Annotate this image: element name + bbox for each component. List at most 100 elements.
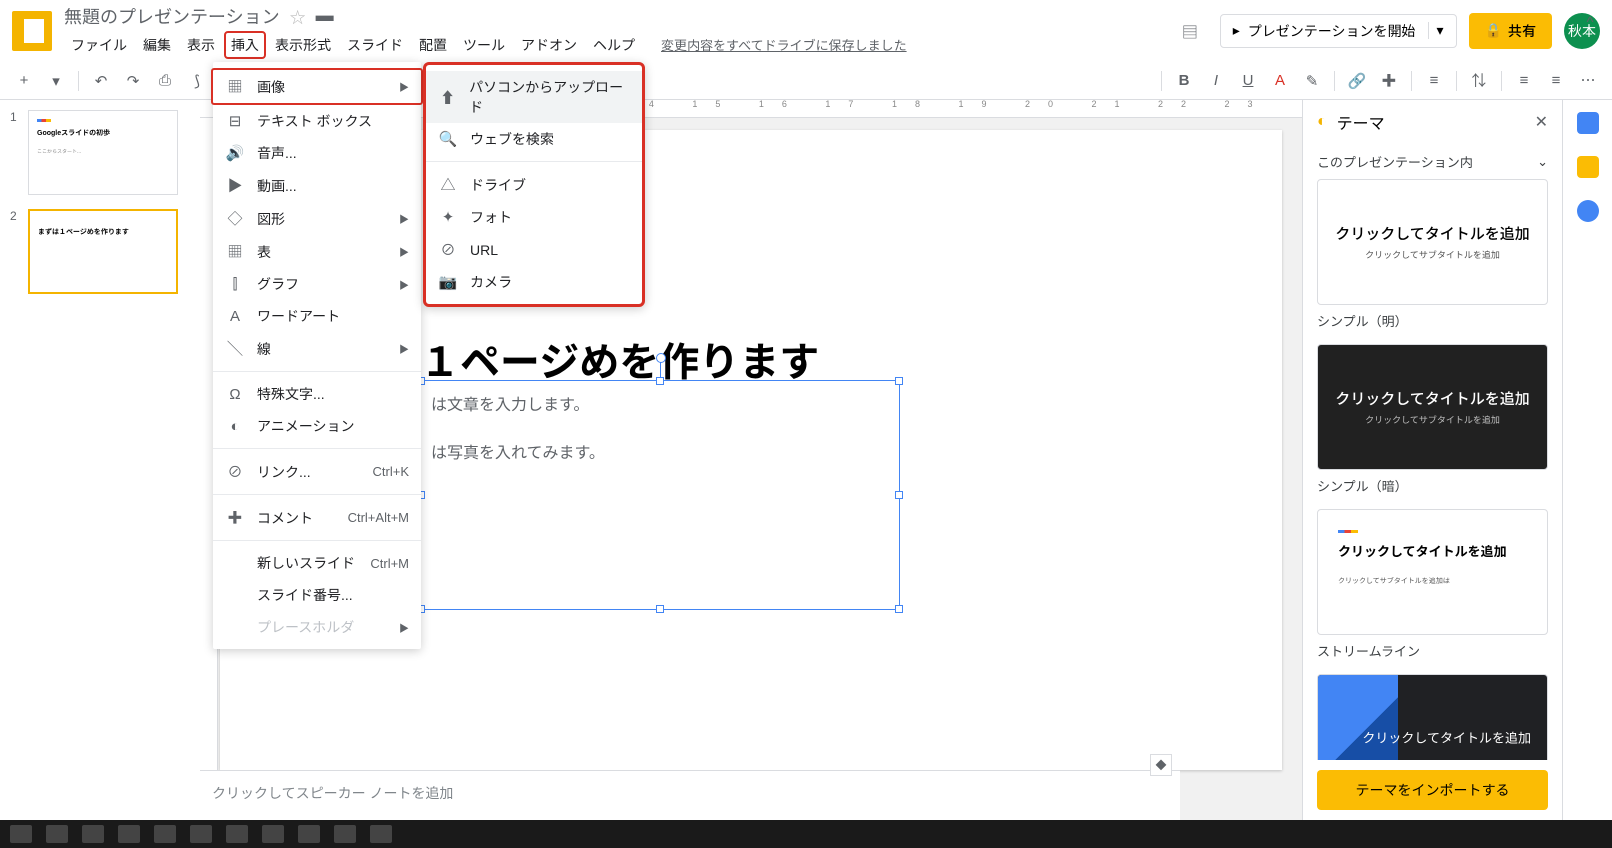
menu-item-label: 特殊文字... <box>257 384 325 404</box>
underline-button[interactable]: U <box>1234 67 1262 95</box>
menu-insert[interactable]: 挿入 <box>224 31 266 59</box>
chevron-down-icon[interactable]: ⌄ <box>1537 154 1548 170</box>
theme-item[interactable]: クリックしてタイトルを追加 <box>1317 674 1548 760</box>
menu-item-ワードアート[interactable]: Aワードアート <box>213 300 421 332</box>
theme-item[interactable]: クリックしてタイトルを追加クリックしてサブタイトルを追加シンプル（明） <box>1317 179 1548 336</box>
submenu-item-フォト[interactable]: ✦フォト <box>426 201 642 233</box>
menu-format[interactable]: 表示形式 <box>268 31 338 59</box>
collapse-toolbar-button[interactable]: ^ <box>1576 8 1604 36</box>
shortcut: Ctrl+M <box>370 556 409 571</box>
side-panel <box>1562 100 1612 820</box>
redo-button[interactable]: ↷ <box>119 67 147 95</box>
menu-help[interactable]: ヘルプ <box>586 31 642 59</box>
folder-icon[interactable]: ▬ <box>316 5 334 26</box>
menu-view[interactable]: 表示 <box>180 31 222 59</box>
theme-item[interactable]: クリックしてタイトルを追加クリックしてサブタイトルを追加シンプル（暗） <box>1317 344 1548 501</box>
submenu-item-ウェブを検索[interactable]: 🔍ウェブを検索 <box>426 123 642 155</box>
menu-item-label: プレースホルダ <box>257 617 354 637</box>
menu-file[interactable]: ファイル <box>64 31 134 59</box>
slide-thumbnail-2[interactable]: まずは１ページめを作ります <box>28 209 178 294</box>
tasks-icon[interactable] <box>1577 200 1599 222</box>
bold-button[interactable]: B <box>1170 67 1198 95</box>
menu-item-label: テキスト ボックス <box>257 111 372 131</box>
numbered-list-button[interactable]: ≡ <box>1510 67 1538 95</box>
doc-title[interactable]: 無題のプレゼンテーション <box>64 3 280 29</box>
align-button[interactable]: ≡ <box>1420 67 1448 95</box>
menu-item-動画...[interactable]: ▶動画... <box>213 169 421 202</box>
menu-item-図形[interactable]: ◇図形▶ <box>213 202 421 235</box>
slide-number: 1 <box>10 110 20 195</box>
chevron-down-icon[interactable]: ▾ <box>1428 22 1444 39</box>
body-text-2[interactable]: は写真を入れてみます。 <box>431 439 889 463</box>
menu-addons[interactable]: アドオン <box>514 31 584 59</box>
menu-item-label: 表 <box>257 242 271 262</box>
menu-item-音声...[interactable]: 🔊音声... <box>213 137 421 169</box>
calendar-icon[interactable] <box>1577 112 1599 134</box>
menu-item-icon: ▦ <box>225 76 245 97</box>
menu-item-線[interactable]: ╲線▶ <box>213 332 421 365</box>
menu-item-プレースホルダ[interactable]: プレースホルダ▶ <box>213 611 421 643</box>
shortcut: Ctrl+K <box>373 464 409 479</box>
submenu-item-URL[interactable]: ⊘URL <box>426 233 642 266</box>
resize-handle[interactable] <box>656 377 664 385</box>
menu-tools[interactable]: ツール <box>456 31 512 59</box>
menu-slide[interactable]: スライド <box>340 31 410 59</box>
menu-item-グラフ[interactable]: ⫿グラフ▶ <box>213 268 421 300</box>
text-color-button[interactable]: A <box>1266 67 1294 95</box>
save-status[interactable]: 変更内容をすべてドライブに保存しました <box>654 31 914 59</box>
slide-thumbnail-1[interactable]: Googleスライドの初歩 ここからスタート... <box>28 110 178 195</box>
submenu-item-label: カメラ <box>470 272 512 292</box>
menu-item-アニメーション[interactable]: ◐アニメーション <box>213 410 421 442</box>
bulleted-list-button[interactable]: ≡ <box>1542 67 1570 95</box>
chevron-right-icon: ▶ <box>399 341 409 356</box>
theme-item[interactable]: クリックしてタイトルを追加クリックしてサブタイトルを追加はストリームライン <box>1317 509 1548 666</box>
print-button[interactable]: ⎙ <box>151 67 179 95</box>
submenu-item-icon: △ <box>438 174 458 195</box>
thumb-sub: ここからスタート... <box>37 148 169 155</box>
paint-format-button[interactable]: ⟆ <box>183 67 211 95</box>
rotate-handle[interactable] <box>660 361 661 377</box>
explore-button[interactable]: ◆ <box>1150 754 1172 776</box>
menu-item-icon: A <box>225 308 245 325</box>
windows-taskbar[interactable] <box>0 820 1612 848</box>
resize-handle[interactable] <box>895 377 903 385</box>
menu-item-テキスト ボックス[interactable]: ⊟テキスト ボックス <box>213 105 421 137</box>
highlight-button[interactable]: ✎ <box>1298 67 1326 95</box>
submenu-item-パソコンからアップロード[interactable]: ⬆パソコンからアップロード <box>426 71 642 123</box>
share-button[interactable]: 🔒 共有 <box>1469 13 1552 49</box>
resize-handle[interactable] <box>656 605 664 613</box>
selected-textbox[interactable]: は文章を入力します。 は写真を入れてみます。 <box>420 380 900 610</box>
undo-button[interactable]: ↶ <box>87 67 115 95</box>
body-text-1[interactable]: は文章を入力します。 <box>431 391 889 415</box>
resize-handle[interactable] <box>895 605 903 613</box>
italic-button[interactable]: I <box>1202 67 1230 95</box>
slides-logo-icon[interactable] <box>12 11 52 51</box>
menu-item-画像[interactable]: ▦画像▶ <box>211 68 423 105</box>
menu-item-表[interactable]: ▦表▶ <box>213 235 421 268</box>
menu-edit[interactable]: 編集 <box>136 31 178 59</box>
menu-item-特殊文字...[interactable]: Ω特殊文字... <box>213 378 421 410</box>
keep-icon[interactable] <box>1577 156 1599 178</box>
resize-handle[interactable] <box>895 491 903 499</box>
comment-button[interactable]: ✚ <box>1375 67 1403 95</box>
menu-arrange[interactable]: 配置 <box>412 31 454 59</box>
close-icon[interactable]: ✕ <box>1535 112 1548 132</box>
import-theme-button[interactable]: テーマをインポートする <box>1317 770 1548 810</box>
menu-item-リンク...[interactable]: ⊘リンク...Ctrl+K <box>213 455 421 488</box>
menu-item-コメント[interactable]: ✚コメントCtrl+Alt+M <box>213 501 421 534</box>
present-button[interactable]: ▸ プレゼンテーションを開始 ▾ <box>1220 14 1457 48</box>
menu-item-スライド番号...[interactable]: スライド番号... <box>213 579 421 611</box>
link-button[interactable]: 🔗 <box>1343 67 1371 95</box>
more-button[interactable]: ⋯ <box>1574 67 1602 95</box>
submenu-item-カメラ[interactable]: 📷カメラ <box>426 266 642 298</box>
filmstrip: 1 Googleスライドの初歩 ここからスタート... 2 まずは１ページめを作… <box>0 100 200 820</box>
new-slide-button[interactable]: + <box>10 67 38 95</box>
submenu-item-ドライブ[interactable]: △ドライブ <box>426 168 642 201</box>
line-spacing-button[interactable]: ⇅ <box>1465 67 1493 95</box>
speaker-notes[interactable]: クリックしてスピーカー ノートを追加 <box>200 770 1180 820</box>
star-icon[interactable]: ☆ <box>290 4 306 28</box>
new-slide-dropdown[interactable]: ▾ <box>42 67 70 95</box>
submenu-item-label: パソコンからアップロード <box>469 77 630 117</box>
menu-item-新しいスライド[interactable]: 新しいスライドCtrl+M <box>213 547 421 579</box>
comments-icon[interactable]: ▤ <box>1172 13 1208 49</box>
